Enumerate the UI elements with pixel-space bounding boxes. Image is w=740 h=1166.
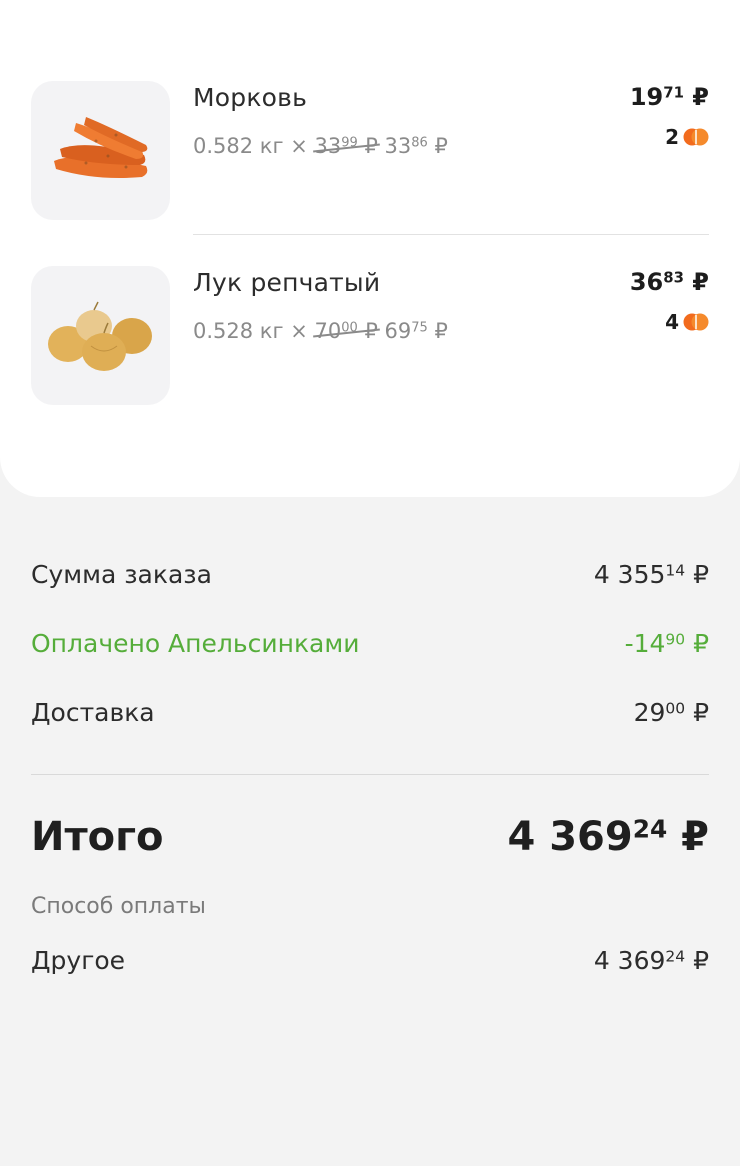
list-item[interactable]: Лук репчатый 0.528 кг × 7000 ₽ 6975 ₽ 36… [0, 266, 740, 406]
quantity: 0.582 кг [193, 134, 284, 158]
list-item[interactable]: Морковь 0.582 кг × 3399 ₽ 3386 ₽ 1971 ₽ … [0, 81, 740, 221]
payment-method-value: 4 36924 ₽ [593, 946, 709, 975]
summary-divider [31, 774, 709, 775]
total-label: Итого [31, 814, 164, 860]
payment-method-row: Другое 4 36924 ₽ [31, 946, 709, 975]
bonus-badge: 4 [665, 310, 709, 334]
total-value: 4 36924 ₽ [507, 814, 709, 860]
onion-icon [47, 301, 152, 371]
orange-coin-icon [683, 128, 709, 146]
order-sum-row: Сумма заказа 4 35514 ₽ [31, 560, 709, 589]
order-sum-label: Сумма заказа [31, 560, 212, 589]
total-row: Итого 4 36924 ₽ [31, 814, 709, 860]
old-price: 3399 ₽ [314, 134, 378, 158]
times-sign: × [290, 319, 308, 343]
carrot-icon [53, 116, 147, 178]
product-image [31, 266, 170, 405]
times-sign: × [290, 134, 308, 158]
order-items-card: Морковь 0.582 кг × 3399 ₽ 3386 ₽ 1971 ₽ … [0, 0, 740, 497]
bonus-count: 4 [665, 310, 679, 334]
delivery-label: Доставка [31, 698, 155, 727]
payment-method-name: Другое [31, 946, 126, 975]
new-price: 6975 ₽ [384, 319, 448, 343]
paid-bonus-label: Оплачено Апельсинками [31, 629, 360, 658]
item-total-price: 1971 ₽ [629, 83, 709, 111]
product-name: Лук репчатый [193, 268, 381, 297]
old-price: 7000 ₽ [314, 319, 378, 343]
paid-bonus-row: Оплачено Апельсинками -1490 ₽ [31, 629, 709, 658]
price-calculation: 0.582 кг × 3399 ₽ 3386 ₽ [193, 134, 448, 158]
paid-bonus-value: -1490 ₽ [624, 629, 709, 658]
new-price: 3386 ₽ [384, 134, 448, 158]
price-calculation: 0.528 кг × 7000 ₽ 6975 ₽ [193, 319, 448, 343]
delivery-row: Доставка 2900 ₽ [31, 698, 709, 727]
payment-method-label: Способ оплаты [31, 894, 206, 919]
order-sum-value: 4 35514 ₽ [593, 560, 709, 589]
product-image [31, 81, 170, 220]
bonus-badge: 2 [665, 125, 709, 149]
delivery-value: 2900 ₽ [633, 698, 709, 727]
bonus-count: 2 [665, 125, 679, 149]
product-name: Морковь [193, 83, 307, 112]
item-total-price: 3683 ₽ [629, 268, 709, 296]
orange-coin-icon [683, 313, 709, 331]
item-divider [193, 234, 709, 235]
quantity: 0.528 кг [193, 319, 284, 343]
